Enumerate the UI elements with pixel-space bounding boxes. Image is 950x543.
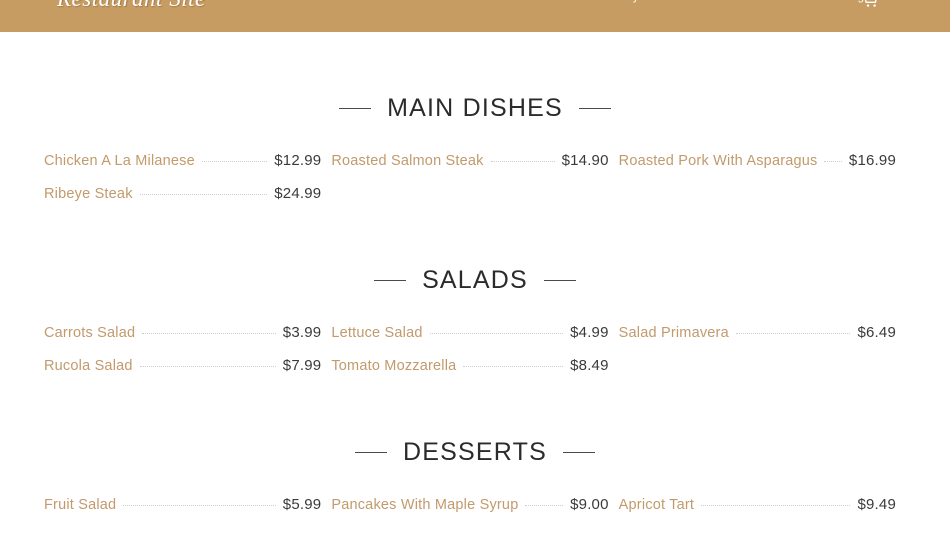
nav-item-our-menu[interactable]: Our Menu (424, 0, 499, 3)
leader-dots (463, 366, 564, 367)
menu-item-name: Lettuce Salad (331, 325, 423, 341)
leader-dots (735, 333, 851, 334)
heading-rule-right-icon (543, 280, 576, 281)
menu-items-grid: Chicken A La Milanese $12.99 Ribeye Stea… (0, 123, 950, 218)
leader-dots (824, 161, 842, 162)
heading-rule-right-icon (578, 108, 611, 109)
site-header: Restaurant Site Home Order Online Our Me… (0, 0, 950, 32)
menu-items-grid: Carrots Salad $3.99 Rucola Salad $7.99 L… (0, 295, 950, 390)
menu-item[interactable]: Lettuce Salad $4.99 (331, 324, 618, 357)
menu-item-price: $24.99 (274, 185, 322, 202)
menu-item-price: $12.99 (274, 152, 322, 169)
nav-item-news[interactable]: News (719, 0, 771, 3)
section-title-main-dishes: MAIN DISHES (0, 94, 950, 123)
nav-item-order-online[interactable]: Order Online (333, 0, 423, 3)
shopping-cart-icon[interactable] (860, 0, 882, 10)
menu-column-3: Salad Primavera $6.49 (619, 324, 906, 390)
nav-item-gallery[interactable]: Gallery (590, 0, 650, 3)
menu-item-price: $7.99 (282, 357, 322, 374)
menu-item-price: $16.99 (848, 152, 896, 169)
menu-item[interactable]: Carrots Salad $3.99 (44, 324, 331, 357)
menu-item[interactable]: Fruit Salad $5.99 (44, 496, 331, 529)
menu-item-name: Roasted Pork With Asparagus (618, 153, 818, 169)
header-inner: Restaurant Site Home Order Online Our Me… (0, 0, 950, 32)
menu-section-main-dishes: MAIN DISHES Chicken A La Milanese $12.99… (0, 32, 950, 218)
heading-rule-left-icon (355, 452, 388, 453)
leader-dots (701, 505, 851, 506)
menu-item[interactable]: Chicken A La Milanese $12.99 (44, 152, 331, 185)
main-navigation: Home Order Online Our Menu Reservations … (280, 0, 889, 3)
menu-item-name: Fruit Salad (44, 497, 117, 513)
menu-item-price: $8.49 (570, 357, 609, 374)
menu-column-3: Apricot Tart $9.49 (619, 496, 906, 529)
menu-page: MAIN DISHES Chicken A La Milanese $12.99… (0, 32, 950, 543)
menu-item-name: Ribeye Steak (44, 186, 133, 202)
menu-section-desserts: DESSERTS Fruit Salad $5.99 Pancakes With… (0, 390, 950, 529)
leader-dots (429, 333, 564, 334)
nav-item-about-us[interactable]: About us (650, 0, 719, 3)
menu-item[interactable]: Tomato Mozzarella $8.49 (331, 357, 618, 390)
heading-rule-right-icon (562, 452, 595, 453)
menu-column-3: Roasted Pork With Asparagus $16.99 (619, 152, 906, 218)
leader-dots (139, 366, 276, 367)
site-logo[interactable]: Restaurant Site (57, 0, 206, 12)
menu-item[interactable]: Rucola Salad $7.99 (44, 357, 331, 390)
menu-item[interactable]: Roasted Pork With Asparagus $16.99 (619, 152, 906, 185)
menu-column-1: Chicken A La Milanese $12.99 Ribeye Stea… (44, 152, 331, 218)
menu-section-drinks: DRINKS Efes Beer $2.49 Brunelo Di Montal… (0, 529, 950, 543)
section-title-text: DESSERTS (403, 438, 547, 466)
menu-item-price: $5.99 (282, 496, 322, 513)
menu-item-price: $9.00 (570, 496, 609, 513)
heading-rule-left-icon (374, 280, 407, 281)
nav-item-contact[interactable]: Contact (770, 0, 833, 3)
menu-item-name: Apricot Tart (618, 497, 695, 513)
menu-item[interactable]: Roasted Salmon Steak $14.90 (331, 152, 618, 185)
menu-column-1: Fruit Salad $5.99 (44, 496, 331, 529)
leader-dots (525, 505, 564, 506)
menu-item-name: Chicken A La Milanese (44, 153, 195, 169)
menu-items-grid: Fruit Salad $5.99 Pancakes With Maple Sy… (0, 467, 950, 529)
leader-dots (201, 161, 268, 162)
menu-item-price: $14.90 (561, 152, 609, 169)
menu-item-name: Salad Primavera (618, 325, 729, 341)
nav-item-home[interactable]: Home (280, 0, 333, 3)
menu-item-name: Tomato Mozzarella (331, 358, 457, 374)
section-title-text: MAIN DISHES (387, 94, 563, 122)
menu-section-salads: SALADS Carrots Salad $3.99 Rucola Salad … (0, 218, 950, 390)
menu-column-2: Lettuce Salad $4.99 Tomato Mozzarella $8… (331, 324, 618, 390)
section-title-text: SALADS (422, 266, 528, 294)
menu-item-name: Pancakes With Maple Syrup (331, 497, 519, 513)
menu-item[interactable]: Salad Primavera $6.49 (619, 324, 906, 357)
menu-column-2: Pancakes With Maple Syrup $9.00 (331, 496, 618, 529)
menu-item[interactable]: Pancakes With Maple Syrup $9.00 (331, 496, 618, 529)
menu-item[interactable]: Apricot Tart $9.49 (619, 496, 906, 529)
menu-item-name: Rucola Salad (44, 358, 133, 374)
leader-dots (490, 161, 555, 162)
section-title-desserts: DESSERTS (0, 438, 950, 467)
nav-item-reservations[interactable]: Reservations (498, 0, 590, 3)
menu-item-price: $3.99 (282, 324, 322, 341)
menu-column-1: Carrots Salad $3.99 Rucola Salad $7.99 (44, 324, 331, 390)
menu-item-name: Roasted Salmon Steak (331, 153, 484, 169)
leader-dots (139, 194, 268, 195)
menu-item-price: $4.99 (570, 324, 609, 341)
menu-item[interactable]: Ribeye Steak $24.99 (44, 185, 331, 218)
leader-dots (123, 505, 276, 506)
menu-column-2: Roasted Salmon Steak $14.90 (331, 152, 618, 218)
leader-dots (142, 333, 276, 334)
menu-item-price: $9.49 (857, 496, 896, 513)
menu-item-price: $6.49 (857, 324, 896, 341)
section-title-salads: SALADS (0, 266, 950, 295)
menu-item-name: Carrots Salad (44, 325, 136, 341)
heading-rule-left-icon (339, 108, 372, 109)
